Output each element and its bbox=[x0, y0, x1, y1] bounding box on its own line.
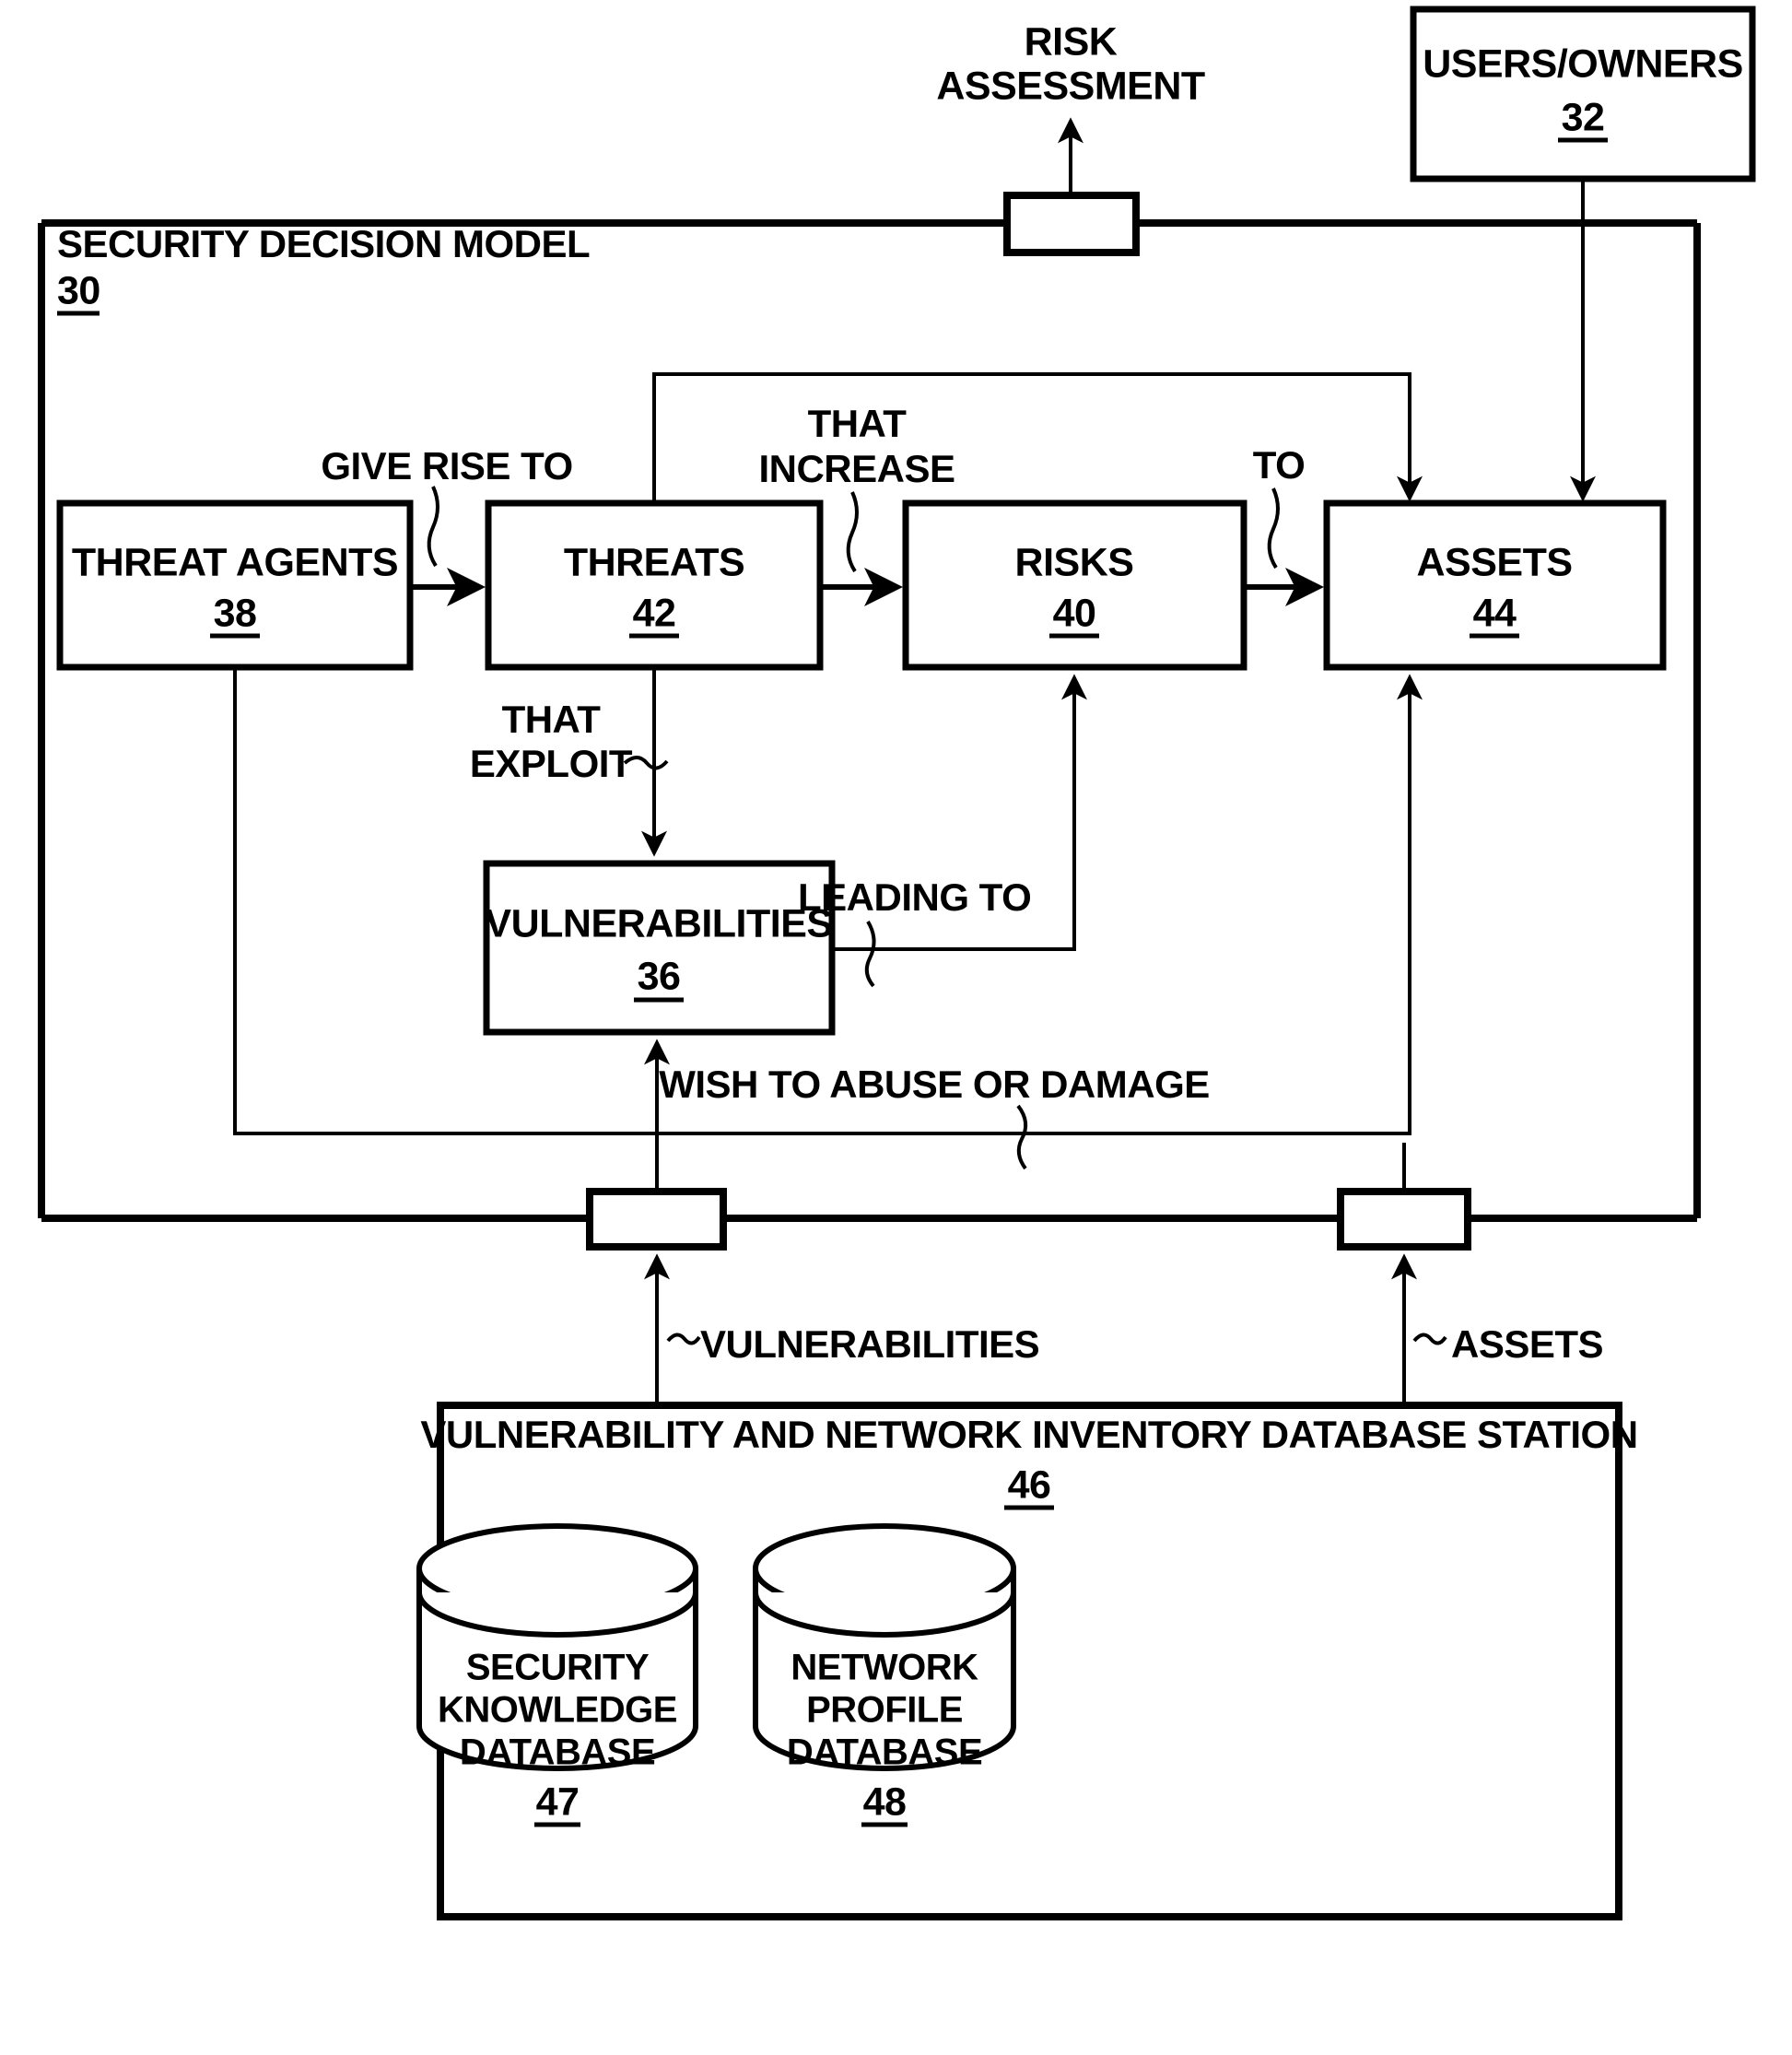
vulnerabilities-box[interactable]: VULNERABILITIES 36 bbox=[483, 860, 836, 1036]
threat-agents-box[interactable]: THREAT AGENTS 38 bbox=[56, 499, 414, 671]
leader-squiggle-wish-to-abuse bbox=[1016, 1104, 1028, 1170]
risks-box[interactable]: RISKS 40 bbox=[902, 499, 1247, 671]
network-profile-database-line2: PROFILE bbox=[806, 1690, 963, 1731]
users-owners-label: USERS/OWNERS bbox=[1423, 41, 1743, 86]
risks-label: RISKS bbox=[1015, 540, 1134, 584]
security-decision-model-diagram: RISK ASSESSMENT USERS/OWNERS 32 SECURITY… bbox=[38, 6, 1756, 1920]
edge-label-feed-assets: ASSETS bbox=[1451, 1322, 1603, 1366]
leader-squiggle-give-rise-to bbox=[427, 486, 439, 568]
security-decision-model-ref: 30 bbox=[57, 268, 100, 312]
edge-label-that-exploit-line1: THAT bbox=[502, 698, 602, 741]
risk-assessment-label-line1: RISK bbox=[1025, 19, 1118, 64]
edge-label-feed-vulnerabilities: VULNERABILITIES bbox=[700, 1322, 1039, 1366]
network-profile-database-line3: DATABASE bbox=[787, 1732, 982, 1773]
assets-label: ASSETS bbox=[1416, 540, 1572, 584]
vulnerabilities-label: VULNERABILITIES bbox=[485, 901, 832, 945]
assets-input-port[interactable] bbox=[1337, 1188, 1471, 1251]
risk-assessment-label-line2: ASSESSMENT bbox=[936, 64, 1205, 108]
risks-ref: 40 bbox=[1053, 591, 1096, 635]
security-knowledge-database-ref: 47 bbox=[536, 1779, 580, 1824]
edge-label-wish-to-abuse: WISH TO ABUSE OR DAMAGE bbox=[659, 1063, 1210, 1106]
edge-label-to: TO bbox=[1253, 443, 1306, 487]
leader-squiggle-leading-to bbox=[864, 920, 876, 988]
threat-agents-ref: 38 bbox=[214, 591, 257, 635]
users-owners-ref: 32 bbox=[1562, 95, 1605, 139]
users-owners-box[interactable]: USERS/OWNERS 32 bbox=[1410, 6, 1756, 182]
threat-agents-label: THREAT AGENTS bbox=[72, 540, 398, 584]
edge-label-that-increase-line1: THAT bbox=[808, 402, 908, 445]
assets-box[interactable]: ASSETS 44 bbox=[1323, 499, 1667, 671]
leader-squiggle-that-increase bbox=[846, 491, 859, 573]
vulnerabilities-input-port[interactable] bbox=[586, 1188, 727, 1251]
edge-label-leading-to: LEADING TO bbox=[798, 875, 1031, 919]
threats-ref: 42 bbox=[633, 591, 676, 635]
network-profile-database-ref: 48 bbox=[863, 1779, 907, 1824]
database-station-label: VULNERABILITY AND NETWORK INVENTORY DATA… bbox=[420, 1413, 1637, 1456]
security-knowledge-database-line2: KNOWLEDGE bbox=[438, 1690, 677, 1731]
edge-label-that-increase-line2: INCREASE bbox=[758, 447, 955, 490]
threats-label: THREATS bbox=[564, 540, 744, 584]
database-station-ref: 46 bbox=[1008, 1462, 1051, 1507]
threats-box[interactable]: THREATS 42 bbox=[485, 499, 824, 671]
security-decision-model-label: SECURITY DECISION MODEL bbox=[57, 222, 590, 265]
assets-ref: 44 bbox=[1473, 591, 1517, 635]
network-profile-database-line1: NETWORK bbox=[791, 1648, 978, 1688]
patent-figure-canvas: RISK ASSESSMENT USERS/OWNERS 32 SECURITY… bbox=[0, 0, 1792, 2055]
edge-label-give-rise-to: GIVE RISE TO bbox=[321, 444, 572, 487]
security-knowledge-database-line3: DATABASE bbox=[460, 1732, 655, 1773]
edge-label-that-exploit-line2: EXPLOIT bbox=[470, 742, 633, 785]
leader-squiggle-to bbox=[1267, 487, 1280, 570]
security-knowledge-database-cylinder[interactable]: SECURITY KNOWLEDGE DATABASE 47 bbox=[416, 1523, 698, 1827]
vulnerabilities-ref: 36 bbox=[638, 954, 681, 998]
risk-assessment-output: RISK ASSESSMENT bbox=[936, 19, 1205, 195]
leader-squiggle-feed-vulnerabilities bbox=[666, 1333, 701, 1345]
security-knowledge-database-line1: SECURITY bbox=[466, 1648, 650, 1688]
leader-squiggle-feed-assets bbox=[1412, 1333, 1447, 1345]
network-profile-database-cylinder[interactable]: NETWORK PROFILE DATABASE 48 bbox=[753, 1523, 1016, 1827]
risk-assessment-port[interactable] bbox=[1003, 192, 1140, 256]
